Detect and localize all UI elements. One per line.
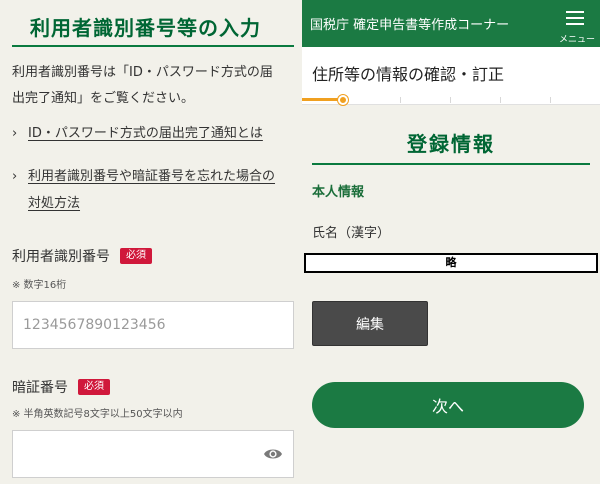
eye-icon[interactable] <box>263 446 283 462</box>
intro-text: 利用者識別番号は「ID・パスワード方式の届 出完了通知」をご覧ください。 <box>12 60 294 112</box>
user-id-label: 利用者識別番号 必須 <box>12 246 152 266</box>
link-notice-explanation[interactable]: › ID・パスワード方式の届出完了通知とは <box>12 120 294 147</box>
progress-step-divider <box>450 97 451 103</box>
section-divider <box>312 163 590 165</box>
link-label-line-1[interactable]: 利用者識別番号や暗証番号を忘れた場合の <box>28 163 275 190</box>
hamburger-icon-bar <box>566 23 584 25</box>
password-label: 暗証番号 必須 <box>12 377 110 397</box>
panel-title: 利用者識別番号等の入力 <box>30 16 261 40</box>
progress-step-divider <box>400 97 401 103</box>
required-badge: 必須 <box>78 379 110 395</box>
password-input[interactable] <box>12 430 294 478</box>
progress-bar <box>302 95 600 105</box>
page-header: 住所等の情報の確認・訂正 <box>302 47 600 95</box>
chevron-right-icon: › <box>12 169 18 184</box>
confirmation-panel: 国税庁 確定申告書等作成コーナー メニュー 住所等の情報の確認・訂正 登録情報 … <box>302 0 600 484</box>
progress-marker <box>337 95 348 105</box>
edit-button[interactable]: 編集 <box>312 301 428 346</box>
progress-step-divider <box>500 97 501 103</box>
progress-step-divider <box>550 97 551 103</box>
hamburger-icon-bar <box>566 11 584 13</box>
login-panel: 利用者識別番号等の入力 利用者識別番号は「ID・パスワード方式の届 出完了通知」… <box>0 0 302 484</box>
password-label-text: 暗証番号 <box>12 380 68 396</box>
name-value: 略 <box>304 253 598 273</box>
site-title: 国税庁 確定申告書等作成コーナー <box>310 18 510 33</box>
link-forgot-credentials[interactable]: › 利用者識別番号や暗証番号を忘れた場合の 対処方法 <box>12 163 294 217</box>
user-id-input[interactable]: 1234567890123456 <box>12 301 294 349</box>
user-id-placeholder: 1234567890123456 <box>23 317 166 333</box>
page-title: 住所等の情報の確認・訂正 <box>312 65 505 84</box>
required-badge: 必須 <box>120 248 152 264</box>
next-button[interactable]: 次へ <box>312 382 584 428</box>
link-label-line-2[interactable]: 対処方法 <box>28 190 80 217</box>
title-divider <box>12 45 294 47</box>
hamburger-icon-bar <box>566 17 584 19</box>
menu-button[interactable]: メニュー <box>558 6 595 45</box>
intro-line-2: 出完了通知」をご覧ください。 <box>12 91 195 106</box>
subsection-title: 本人情報 <box>312 185 365 200</box>
link-label[interactable]: ID・パスワード方式の届出完了通知とは <box>28 120 263 147</box>
chevron-right-icon: › <box>12 126 18 141</box>
menu-label: メニュー <box>558 35 595 45</box>
site-header: 国税庁 確定申告書等作成コーナー メニュー <box>302 0 600 47</box>
link-label-block[interactable]: 利用者識別番号や暗証番号を忘れた場合の 対処方法 <box>28 163 275 217</box>
user-id-label-text: 利用者識別番号 <box>12 249 110 265</box>
section-title: 登録情報 <box>407 132 495 156</box>
intro-line-1: 利用者識別番号は「ID・パスワード方式の届 <box>12 65 273 80</box>
name-label: 氏名（漢字） <box>312 226 391 241</box>
user-id-note: ※ 数字16桁 <box>12 280 67 291</box>
password-note: ※ 半角英数記号8文字以上50文字以内 <box>12 409 183 420</box>
